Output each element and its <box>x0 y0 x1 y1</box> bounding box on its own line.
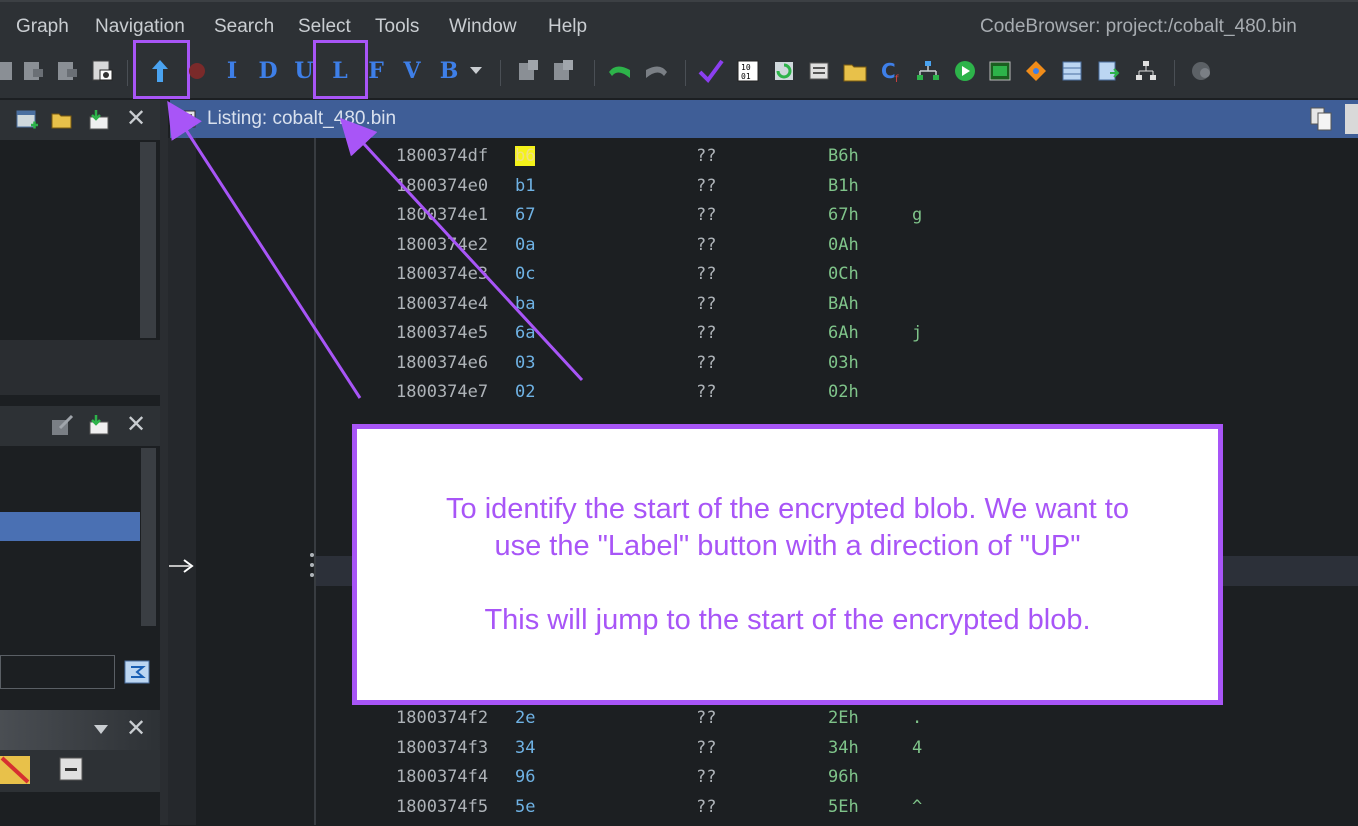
annotation-note: To identify the start of the encrypted b… <box>352 424 1223 705</box>
annotation-line-2: use the "Label" button with a direction … <box>494 530 1081 562</box>
arrow-to-listing-title <box>339 117 584 382</box>
arrow-to-tab-icon <box>167 100 362 399</box>
annotation-line-3: This will jump to the start of the encry… <box>484 604 1091 636</box>
annotation-line-1: To identify the start of the encrypted b… <box>446 493 1129 525</box>
